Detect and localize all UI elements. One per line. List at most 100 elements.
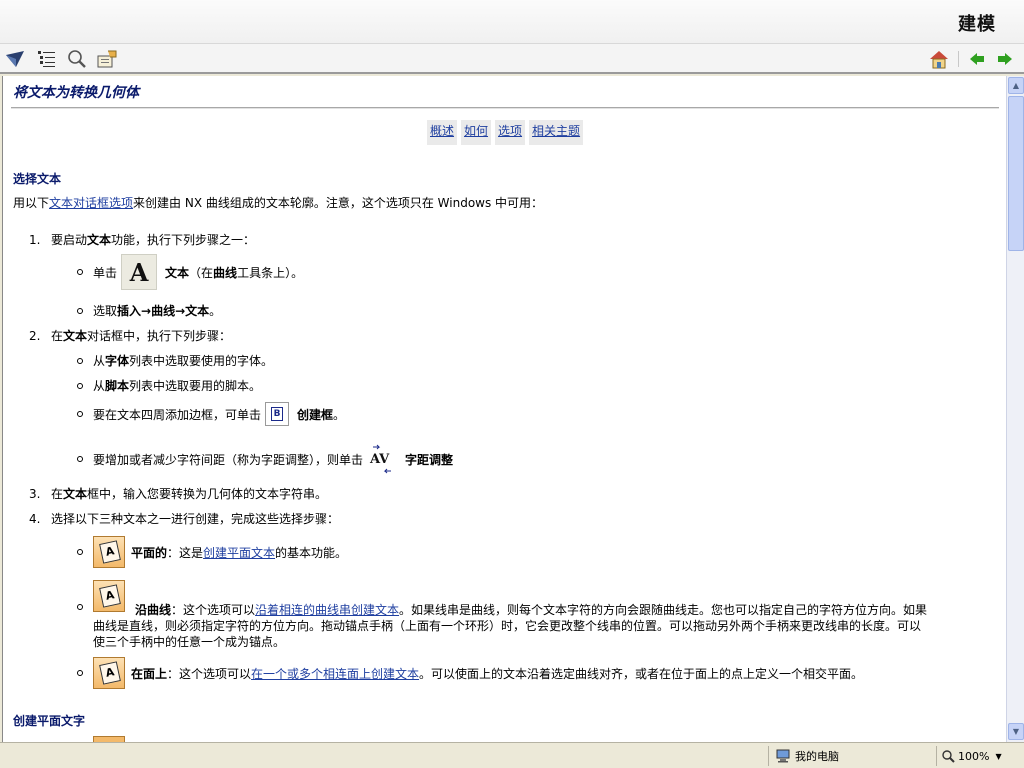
on-face-text-icon: A	[93, 657, 125, 689]
on-curve-line-1: 沿曲线：这个选项可以沿着相连的曲线串创建文本。如果线串是曲线，则每个文本字符的方…	[135, 602, 927, 618]
bullet-create-box: 要在文本四周添加边框，可单击 B 创建框。	[77, 402, 345, 426]
text-dialog-options-link[interactable]: 文本对话框选项	[49, 196, 133, 210]
bullet-text: 从	[93, 379, 106, 393]
bullet-text: ：这个选项可以	[167, 666, 252, 681]
nav-options[interactable]: 选项	[495, 120, 526, 145]
scroll-up-icon[interactable]: ▲	[1008, 77, 1024, 94]
intro-text: 用以下	[13, 196, 50, 210]
bullet-text: 要在文本四周添加边框，可单击	[93, 407, 262, 422]
back-arrow-icon[interactable]	[966, 48, 988, 70]
vertical-scrollbar[interactable]: ▲ ▼	[1006, 76, 1024, 742]
step-text-bold: 文本	[87, 233, 112, 247]
nav-overview[interactable]: 概述	[427, 120, 458, 145]
bullet-dot	[77, 604, 83, 610]
step-text-bold: 文本	[63, 329, 88, 343]
create-planar-text-link[interactable]: 创建平面文本	[203, 544, 275, 561]
nav-related[interactable]: 相关主题	[529, 120, 584, 145]
bullet-on-face: A 在面上 ：这个选项可以 在一个或多个相连面上创建文本 。可以使面上的文本沿着选定曲…	[77, 657, 863, 689]
bullet-dot	[77, 269, 83, 275]
bullet-dot	[77, 411, 83, 417]
planar-text-icon: A	[93, 536, 125, 568]
step-text: 功能，执行下列步骤之一：	[111, 233, 256, 247]
bullet-text-bold: 脚本	[105, 379, 130, 393]
section-heading-select-text: 选择文本	[13, 172, 62, 186]
on-face-text-glyph: A	[99, 661, 121, 685]
intro-text: 来创建由 NX 曲线组成的文本轮廓。注意，这个选项只在 Windows 中可用：	[133, 196, 544, 210]
title-divider	[11, 107, 999, 109]
zoom-icon	[942, 750, 955, 763]
bullet-font: 从字体 列表中选取要使用的字体。	[77, 352, 273, 369]
step-text: 框中，输入您要转换为几何体的文本字符串。	[87, 487, 328, 501]
bullet-text: 选取	[93, 304, 118, 318]
step-number: 1.	[29, 233, 41, 247]
bullet-text-bold: 字距调整	[405, 452, 454, 467]
on-curve-text-icon: A	[93, 580, 125, 612]
step-2: 2. 在文本对话框中，执行下列步骤：	[29, 327, 231, 344]
step-text: 在	[51, 329, 64, 343]
header-title: 建模	[958, 14, 996, 35]
zoom-label: 100%	[958, 749, 990, 763]
search-icon[interactable]	[66, 48, 88, 70]
contents-icon[interactable]	[36, 48, 58, 70]
hide-nav-icon[interactable]	[4, 48, 26, 70]
toolbar-separator	[958, 51, 959, 67]
home-icon[interactable]	[928, 48, 950, 70]
scroll-down-icon[interactable]: ▼	[1008, 723, 1024, 740]
bullet-text: 工具条上）。	[237, 265, 304, 280]
bullet-text-bold: 文本	[165, 265, 190, 280]
bullet-text-bold: 字体	[105, 354, 130, 368]
scroll-thumb[interactable]	[1008, 96, 1024, 251]
computer-icon	[776, 749, 790, 763]
status-bar: 我的电脑 100% ▼	[0, 742, 1024, 768]
intro-paragraph: 用以下文本对话框选项来创建由 NX 曲线组成的文本轮廓。注意，这个选项只在 Wi…	[13, 194, 543, 211]
bullet-dot	[77, 549, 83, 555]
bullet-text: 从	[93, 354, 106, 368]
bullet-text-bold: 插入→曲线→文本	[117, 304, 210, 318]
bullet-text: ：这个选项可以	[171, 603, 256, 617]
zoom-control[interactable]: 100% ▼	[936, 746, 1024, 766]
section-heading-planar-text: 创建平面文字	[13, 714, 86, 728]
bullet-text: 。可以使面上的文本沿着选定曲线对齐，或者在位于面上的点上定义一个相交平面。	[419, 666, 864, 681]
bullet-planar: A 平面的 ：这是 创建平面文本 的基本功能。	[77, 536, 347, 568]
step-number: 2.	[29, 329, 41, 343]
bullet-dot	[77, 382, 83, 389]
help-header: 建模	[0, 0, 1024, 44]
chevron-down-icon[interactable]: ▼	[995, 752, 1001, 761]
bullet-text: 的基本功能。	[275, 545, 348, 560]
step-number: 4.	[29, 512, 41, 526]
create-box-icon: B	[265, 402, 290, 426]
nav-howto[interactable]: 如何	[461, 120, 492, 145]
bullet-kerning: 要增加或者减少字符间距（称为字距调整），则单击 AV 字距调整	[77, 444, 453, 474]
print-icon[interactable]	[96, 48, 118, 70]
page-title: 将文本为转换几何体	[13, 85, 139, 101]
bullet-script: 从脚本 列表中选取要用的脚本。	[77, 377, 261, 394]
bullet-text: 单击	[93, 265, 118, 280]
step-number: 3.	[29, 487, 41, 501]
text-tool-icon: A	[121, 254, 158, 290]
kerning-glyph: AV	[370, 452, 390, 467]
zone-label: 我的电脑	[795, 750, 839, 763]
bullet-dot	[77, 456, 83, 462]
text-along-curve-link[interactable]: 沿着相连的曲线串创建文本	[255, 603, 399, 617]
help-content[interactable]: 将文本为转换几何体 概述 如何 选项 相关主题 选择文本 用以下文本对话框选项来…	[2, 76, 1006, 742]
bullet-text: 列表中选取要使用的字体。	[129, 354, 274, 368]
bullet-dot	[77, 307, 83, 314]
text-on-face-link[interactable]: 在一个或多个相连面上创建文本	[251, 665, 419, 682]
bullet-text-bold: 曲线	[213, 265, 238, 280]
bullet-click-text: 单击 A 文本 （在 曲线 工具条上）。	[77, 254, 303, 290]
security-zone: 我的电脑	[768, 746, 930, 766]
kerning-icon: AV	[367, 444, 397, 474]
bullet-dot	[77, 357, 83, 364]
on-curve-line-3: 使三个手柄中的任意一个成为锚点。	[93, 635, 286, 649]
bullet-text: 。	[209, 304, 222, 318]
on-curve-text-glyph: A	[99, 584, 121, 608]
topic-nav: 概述 如何 选项 相关主题	[427, 120, 584, 145]
step-1: 1. 要启动文本功能，执行下列步骤之一：	[29, 231, 255, 248]
step-text: 在	[51, 487, 64, 501]
bullet-text: 要增加或者减少字符间距（称为字距调整），则单击	[93, 452, 364, 467]
bullet-text-bold: 创建框	[297, 407, 334, 422]
bullet-insert-menu: 选取 插入→曲线→文本。	[77, 302, 221, 319]
on-curve-line-2: 曲线是直线，则必须指定字符的方位方向。拖动锚点手柄（上面有一个环形）时，它会更改…	[93, 619, 922, 633]
bullet-text: 。	[333, 407, 346, 422]
forward-arrow-icon[interactable]	[994, 48, 1016, 70]
